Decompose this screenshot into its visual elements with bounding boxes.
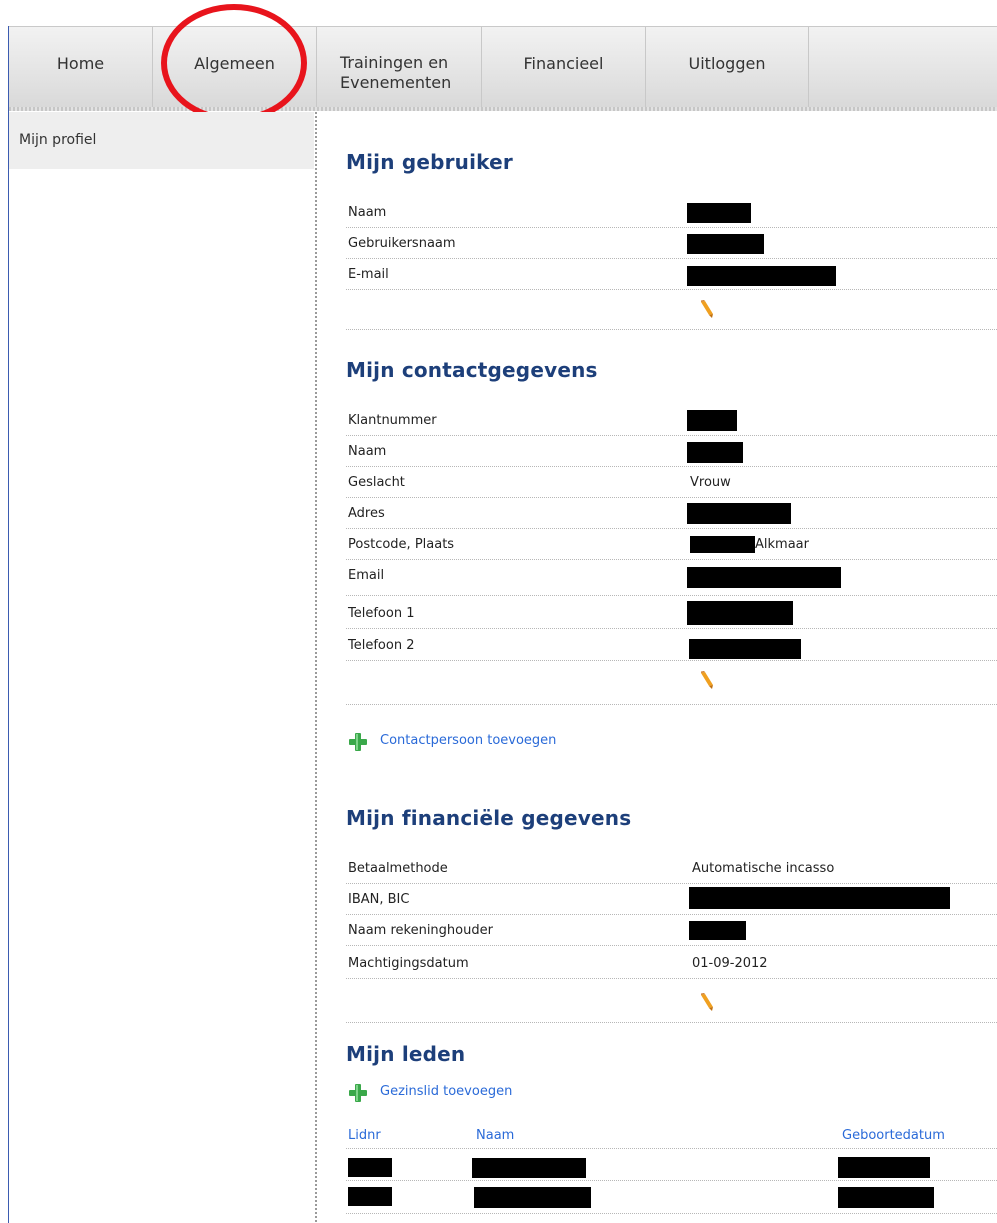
column-header-lidnr[interactable]: Lidnr — [348, 1128, 381, 1143]
pencil-icon[interactable] — [698, 671, 716, 691]
field-label: Betaalmethode — [348, 861, 448, 876]
redacted-value — [687, 266, 836, 286]
contact-row-naam: Naam — [346, 436, 997, 467]
redacted-value — [689, 887, 950, 909]
column-header-naam[interactable]: Naam — [476, 1128, 514, 1143]
nav-bottom-stripe — [9, 107, 997, 111]
redacted-value — [690, 536, 755, 553]
nav-financieel[interactable]: Financieel — [482, 27, 646, 107]
redacted-value — [474, 1187, 591, 1208]
nav-home-label: Home — [56, 54, 105, 73]
field-label: Email — [348, 568, 385, 583]
nav-trainingen-label: Trainingen en Evenementen — [340, 53, 452, 92]
financial-row-betaalmethode: Betaalmethode Automatische incasso — [346, 853, 997, 884]
nav-uitloggen[interactable]: Uitloggen — [646, 27, 809, 107]
field-label: Postcode, Plaats — [348, 537, 455, 552]
user-edit-row — [346, 290, 997, 330]
section-title-contactgegevens: Mijn contactgegevens — [346, 358, 598, 382]
field-label: Telefoon 2 — [348, 638, 415, 653]
redacted-value — [838, 1157, 930, 1178]
redacted-value — [348, 1158, 392, 1177]
sidebar: Mijn profiel — [9, 112, 314, 169]
top-navigation: Home Algemeen Trainingen en Evenementen … — [9, 26, 997, 111]
nav-algemeen-label: Algemeen — [194, 54, 275, 73]
column-header-geboortedatum[interactable]: Geboortedatum — [842, 1128, 945, 1143]
nav-home[interactable]: Home — [9, 27, 153, 107]
field-value: Automatische incasso — [692, 861, 835, 876]
nav-algemeen[interactable]: Algemeen — [153, 27, 317, 107]
financial-row-iban-bic: IBAN, BIC — [346, 884, 997, 915]
redacted-value — [687, 503, 791, 524]
members-header-row: Lidnr Naam Geboortedatum — [346, 1116, 997, 1149]
contact-row-postcode-plaats: Postcode, Plaats Alkmaar — [346, 529, 997, 560]
redacted-value — [687, 234, 764, 254]
add-gezinslid-label: Gezinslid toevoegen — [380, 1084, 513, 1099]
redacted-value — [472, 1158, 586, 1178]
redacted-value — [687, 410, 737, 431]
field-label: Klantnummer — [348, 413, 437, 428]
field-label: Geslacht — [348, 475, 405, 490]
contact-row-geslacht: Geslacht Vrouw — [346, 467, 997, 498]
financial-row-naam-rekeninghouder: Naam rekeninghouder — [346, 915, 997, 946]
table-row[interactable] — [346, 1149, 997, 1181]
add-contactpersoon-label: Contactpersoon toevoegen — [380, 733, 557, 748]
nav-financieel-label: Financieel — [523, 54, 604, 73]
user-row-naam: Naam — [346, 197, 997, 228]
contact-row-telefoon-1: Telefoon 1 — [346, 596, 997, 629]
nav-uitloggen-label: Uitloggen — [688, 54, 766, 73]
redacted-value — [689, 639, 801, 659]
section-title-gebruiker: Mijn gebruiker — [346, 150, 513, 174]
field-value: 01-09-2012 — [692, 956, 768, 971]
field-label: Naam — [348, 444, 387, 459]
field-label: Telefoon 1 — [348, 606, 415, 621]
redacted-value — [838, 1187, 934, 1208]
field-label: E-mail — [348, 267, 389, 282]
redacted-value — [687, 567, 841, 588]
section-title-financiele-gegevens: Mijn financiële gegevens — [346, 806, 632, 830]
table-row[interactable] — [346, 1181, 997, 1214]
field-label: IBAN, BIC — [348, 892, 410, 907]
redacted-value — [348, 1187, 392, 1206]
field-value: Vrouw — [690, 475, 731, 490]
contact-row-email: Email — [346, 560, 997, 596]
contact-row-adres: Adres — [346, 498, 997, 529]
contact-row-telefoon-2: Telefoon 2 — [346, 629, 997, 661]
user-row-email: E-mail — [346, 259, 997, 290]
field-label: Naam — [348, 205, 387, 220]
plus-icon — [349, 1084, 367, 1102]
pencil-icon[interactable] — [698, 993, 716, 1013]
financial-edit-row — [346, 979, 997, 1023]
contact-edit-row — [346, 661, 997, 705]
redacted-value — [689, 921, 746, 940]
sidebar-item-mijn-profiel[interactable]: Mijn profiel — [19, 132, 96, 148]
redacted-value — [687, 203, 751, 223]
field-label: Machtigingsdatum — [348, 956, 469, 971]
contact-row-klantnummer: Klantnummer — [346, 405, 997, 436]
nav-trainingen-evenementen[interactable]: Trainingen en Evenementen — [317, 27, 482, 107]
pencil-icon[interactable] — [698, 300, 716, 320]
content-divider — [315, 112, 317, 1223]
user-row-gebruikersnaam: Gebruikersnaam — [346, 228, 997, 259]
section-title-leden: Mijn leden — [346, 1042, 466, 1066]
redacted-value — [687, 601, 793, 625]
plus-icon — [349, 733, 367, 751]
financial-row-machtigingsdatum: Machtigingsdatum 01-09-2012 — [346, 946, 997, 979]
field-label: Adres — [348, 506, 385, 521]
redacted-value — [687, 442, 743, 463]
field-label: Gebruikersnaam — [348, 236, 456, 251]
field-value: Alkmaar — [755, 537, 809, 552]
field-label: Naam rekeninghouder — [348, 923, 493, 938]
